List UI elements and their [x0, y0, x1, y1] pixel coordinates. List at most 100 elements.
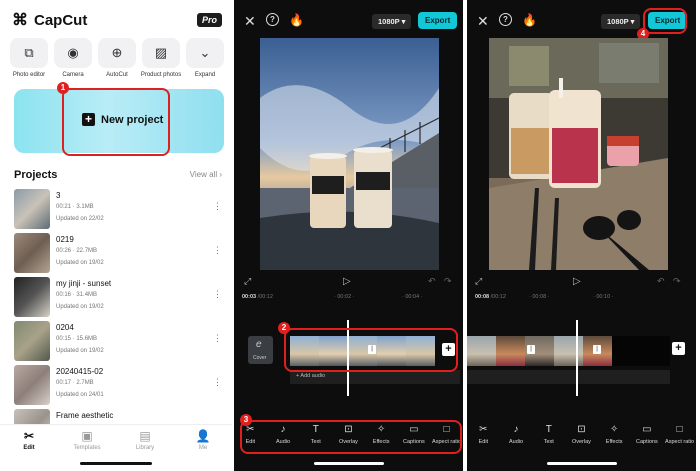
more-options-icon[interactable]: ⋮: [213, 333, 222, 344]
video-clip-strip[interactable]: [467, 336, 670, 366]
resolution-select[interactable]: 1080P ▾: [372, 14, 412, 29]
quick-tools: ⧉ Photo editor ◉ Camera ⊕ AutoCut ▨ Product pho…: [10, 38, 224, 78]
audio-track[interactable]: [467, 370, 670, 384]
toolbar-label: Text: [543, 439, 554, 445]
project-thumbnail: [14, 189, 50, 229]
project-item[interactable]: 20240415-02 00:17 · 2.7MB Updated on 24/01…: [14, 365, 224, 405]
chevron-right-icon: ›: [219, 170, 222, 179]
more-options-icon[interactable]: ⋮: [213, 201, 222, 212]
undo-icon[interactable]: ↶: [428, 276, 436, 287]
cover-button[interactable]: e Cover: [248, 336, 273, 364]
add-audio-label[interactable]: + Add audio: [296, 373, 325, 379]
fullscreen-icon[interactable]: ⤢: [244, 276, 251, 287]
video-preview: [260, 38, 439, 270]
flame-icon[interactable]: 🔥: [522, 13, 537, 27]
toolbar-label: Aspect ratio: [665, 439, 695, 445]
project-meta: 00:17 · 2.7MB: [56, 380, 94, 386]
templates-icon: ▣: [81, 429, 93, 443]
toolbar-audio[interactable]: ♪ Audio: [501, 424, 531, 454]
redo-icon[interactable]: ↷: [444, 276, 452, 287]
nav-label: Me: [198, 445, 208, 451]
step-badge-1: 1: [57, 82, 69, 94]
transition-marker[interactable]: |: [527, 345, 535, 354]
editor-toolbar: ✂ Edit ♪ Audio T Text ⊡ Overlay ✧ Effects ▭ Caption…: [467, 424, 696, 454]
tool-label: Photo editor: [12, 72, 46, 78]
project-title: Frame aesthetic: [56, 411, 114, 420]
pro-badge[interactable]: Pro: [196, 13, 222, 27]
toolbar-text[interactable]: T Text: [534, 424, 564, 454]
project-meta: 00:26 · 22.7MB: [56, 248, 98, 254]
tool-photo-editor[interactable]: ⧉ Photo editor: [10, 38, 48, 78]
more-options-icon[interactable]: ⋮: [213, 245, 222, 256]
flame-icon[interactable]: 🔥: [289, 13, 304, 27]
scissors-icon: ✂: [23, 429, 35, 443]
photo-editor-icon: ⧉: [10, 38, 48, 68]
toolbar-captions[interactable]: ▭ Captions: [632, 424, 662, 454]
nav-label: Library: [135, 445, 155, 451]
close-icon[interactable]: ✕: [244, 13, 256, 30]
project-item[interactable]: 3 00:21 · 3.1MB Updated on 22/02 ⋮: [14, 189, 224, 229]
toolbar-label: Captions: [636, 439, 658, 445]
scissors-icon: ✂: [479, 424, 488, 435]
aspect-ratio-icon: □: [676, 424, 683, 435]
resolution-select[interactable]: 1080P ▾: [601, 14, 641, 29]
close-icon[interactable]: ✕: [477, 13, 489, 30]
add-clip-button[interactable]: +: [672, 342, 685, 355]
play-icon[interactable]: ▷: [343, 276, 351, 287]
more-options-icon[interactable]: ⋮: [213, 377, 222, 388]
toolbar-edit[interactable]: ✂ Edit: [468, 424, 498, 454]
clip-frame: [496, 336, 525, 366]
music-note-icon: ♪: [513, 424, 519, 435]
clip-frame: [467, 336, 496, 366]
nav-label: Templates: [73, 445, 101, 451]
highlight-box-1: [62, 88, 170, 156]
tool-chevron-down[interactable]: ⌄ Expand: [186, 38, 224, 78]
tool-label: AutoCut: [106, 72, 128, 78]
help-icon[interactable]: ?: [266, 13, 279, 26]
more-options-icon[interactable]: ⋮: [213, 289, 222, 300]
capcut-logo-icon: ⌘: [12, 12, 28, 29]
text-icon: T: [545, 424, 552, 435]
toolbar-overlay[interactable]: ⊡ Overlay: [566, 424, 596, 454]
project-title: 20240415-02: [56, 367, 104, 376]
project-meta: 00:21 · 3.1MB: [56, 204, 94, 210]
tool-product-photos[interactable]: ▨ Product photos: [141, 38, 181, 78]
home-indicator: [547, 462, 617, 465]
tool-camera[interactable]: ◉ Camera: [54, 38, 92, 78]
project-item[interactable]: my jinji - sunset 00:16 · 31.4MB Updated o…: [14, 277, 224, 317]
project-meta: 00:16 · 31.4MB: [56, 292, 98, 298]
toolbar-label: Effects: [605, 439, 623, 445]
project-updated: Updated on 19/02: [56, 348, 104, 354]
nav-edit[interactable]: ✂ Edit: [9, 429, 49, 471]
project-title: 3: [56, 191, 61, 200]
toolbar-label: Overlay: [571, 439, 591, 445]
transition-marker[interactable]: |: [593, 345, 601, 354]
home-indicator: [314, 462, 384, 465]
help-icon[interactable]: ?: [499, 13, 512, 26]
project-item[interactable]: 0219 00:26 · 22.7MB Updated on 19/02 ⋮: [14, 233, 224, 273]
preview-image: [260, 38, 439, 270]
project-thumbnail: [14, 321, 50, 361]
project-updated: Updated on 24/01: [56, 392, 104, 398]
fullscreen-icon[interactable]: ⤢: [475, 276, 482, 287]
chevron-down-icon: ⌄: [186, 38, 224, 68]
home-screen: ⌘ CapCut Pro ⧉ Photo editor ◉ Camera ⊕ AutoCu…: [0, 0, 232, 471]
project-updated: Updated on 19/02: [56, 260, 104, 266]
toolbar-aspect-ratio[interactable]: □ Aspect ratio: [665, 424, 695, 454]
tool-autocut[interactable]: ⊕ AutoCut: [98, 38, 136, 78]
editor-screen-1: ✕ ? 🔥 1080P ▾ Export ⤢ ▷ ↶ ↷ 00:03 / 00:…: [234, 0, 463, 471]
play-icon[interactable]: ▷: [573, 276, 581, 287]
project-updated: Updated on 22/02: [56, 216, 104, 222]
playhead[interactable]: [576, 320, 578, 396]
redo-icon[interactable]: ↷: [673, 276, 681, 287]
project-title: my jinji - sunset: [56, 279, 112, 288]
tool-label: Expand: [194, 72, 216, 78]
nav-me[interactable]: 👤 Me: [183, 429, 223, 471]
nav-label: Edit: [23, 445, 35, 451]
view-all-link[interactable]: View all ›: [190, 170, 222, 179]
export-button[interactable]: Export: [418, 12, 458, 29]
editor-screen-2: ✕ ? 🔥 1080P ▾ Export 4 ⤢ ▷ ↶ ↷ 00:08 / 0…: [467, 0, 696, 471]
toolbar-effects[interactable]: ✧ Effects: [599, 424, 629, 454]
project-item[interactable]: 0204 00:15 · 15.6MB Updated on 19/02 ⋮: [14, 321, 224, 361]
undo-icon[interactable]: ↶: [657, 276, 665, 287]
